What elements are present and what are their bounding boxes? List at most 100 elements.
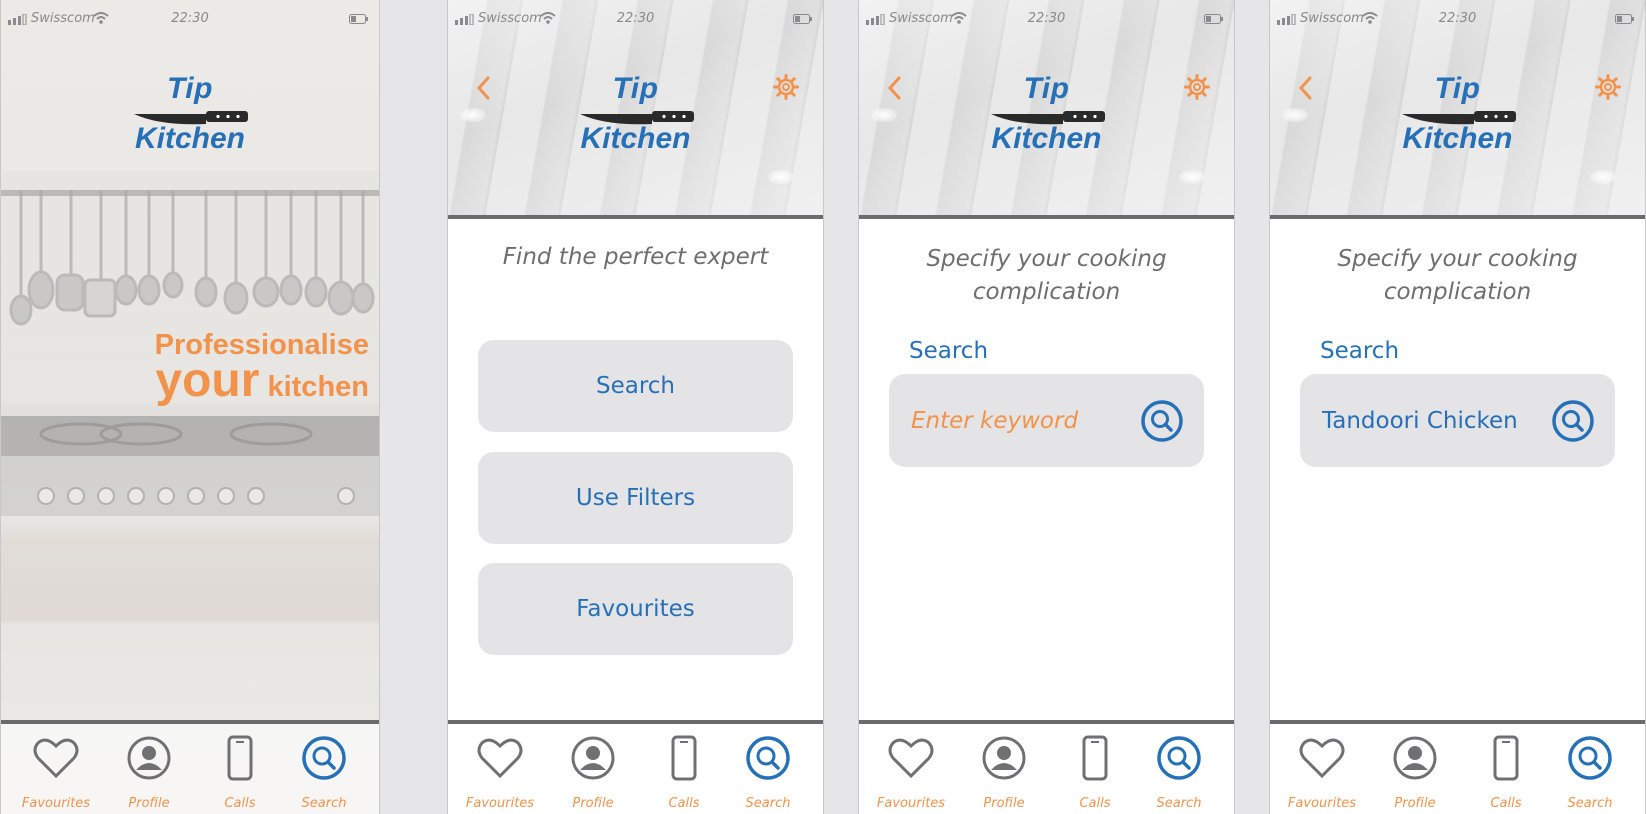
tab-favourites[interactable]: Favourites: [871, 734, 951, 814]
tab-label: Favourites: [21, 796, 91, 811]
search-input[interactable]: [1320, 400, 1549, 442]
tab-label: Favourites: [465, 796, 535, 811]
page-prompt: Specify your cooking complication: [1337, 246, 1578, 305]
tab-profile[interactable]: Profile: [964, 734, 1044, 814]
signal-icon: [455, 14, 474, 25]
search-label: Search: [909, 338, 989, 364]
status-time: 22:30: [616, 11, 655, 26]
gear-icon[interactable]: [1595, 74, 1621, 100]
back-icon[interactable]: [1296, 74, 1316, 102]
tab-calls[interactable]: Calls: [1466, 734, 1546, 814]
tab-label: Search: [745, 796, 791, 811]
status-bar: Swisscom 22:30: [859, 8, 1234, 32]
slogan-kitchen: kitchen: [267, 371, 369, 403]
search-input[interactable]: [909, 400, 1138, 442]
logo-tip-text: Tip: [1434, 72, 1481, 105]
profile-icon: [571, 736, 615, 780]
battery-icon: [1615, 14, 1634, 24]
tab-calls[interactable]: Calls: [644, 734, 724, 814]
status-bar: Swisscom 22:30: [448, 8, 823, 32]
status-time: 22:30: [1027, 11, 1066, 26]
home-screen: Swisscom 22:30 Tip Kitchen Find the perf…: [447, 0, 824, 814]
phone-icon: [671, 735, 697, 781]
phone-icon: [227, 735, 253, 781]
tab-bar: Favourites Profile Calls Search: [1, 720, 379, 814]
search-button[interactable]: Search: [478, 340, 793, 432]
heart-icon: [1299, 738, 1345, 779]
back-icon[interactable]: [885, 74, 905, 102]
search-box: [889, 374, 1204, 467]
splash-screen: Swisscom 22:30 Tip Kitchen Professionali…: [0, 0, 380, 814]
tab-favourites[interactable]: Favourites: [1282, 734, 1362, 814]
battery-icon: [349, 14, 368, 24]
slogan-line2: your kitchen: [155, 357, 369, 407]
tab-bar: Favourites Profile Calls Search: [859, 720, 1234, 814]
tab-search[interactable]: Search: [284, 734, 364, 814]
tab-label: Profile: [1394, 796, 1436, 811]
tab-calls[interactable]: Calls: [200, 734, 280, 814]
hanging-utensils-image: [9, 190, 375, 326]
tab-favourites[interactable]: Favourites: [460, 734, 540, 814]
page-prompt: Specify your cooking complication: [926, 246, 1167, 305]
profile-icon: [982, 736, 1026, 780]
tab-label: Profile: [128, 796, 170, 811]
tab-label: Profile: [983, 796, 1025, 811]
wifi-icon: [951, 12, 967, 24]
search-filled-screen: Swisscom 22:30 Tip Kitchen Specify your …: [1269, 0, 1646, 814]
tab-favourites[interactable]: Favourites: [16, 734, 96, 814]
tab-label: Profile: [572, 796, 614, 811]
slogan-your: your: [155, 354, 260, 407]
search-box: [1300, 374, 1615, 467]
search-screen: Swisscom 22:30 Tip Kitchen Specify your …: [858, 0, 1235, 814]
page-prompt: Find the perfect expert: [502, 244, 769, 270]
tab-label: Search: [1567, 796, 1613, 811]
tip-kitchen-logo: Tip Kitchen: [130, 72, 250, 162]
wifi-icon: [93, 12, 109, 24]
signal-icon: [866, 14, 885, 25]
tab-label: Favourites: [876, 796, 946, 811]
carrier-name: Swisscom: [31, 11, 95, 26]
tip-kitchen-logo: Tip Kitchen: [576, 72, 696, 162]
tip-kitchen-logo: Tip Kitchen: [987, 72, 1107, 162]
profile-icon: [127, 736, 171, 780]
search-submit-icon[interactable]: [1140, 399, 1184, 443]
status-bar: Swisscom 22:30: [1270, 8, 1645, 32]
tab-bar: Favourites Profile Calls Search: [1270, 720, 1645, 814]
tab-calls[interactable]: Calls: [1055, 734, 1135, 814]
wifi-icon: [540, 12, 556, 24]
logo-kitchen-text: Kitchen: [580, 122, 691, 155]
gear-icon[interactable]: [773, 74, 799, 100]
logo-kitchen-text: Kitchen: [1402, 122, 1513, 155]
search-submit-icon[interactable]: [1551, 399, 1595, 443]
gear-icon[interactable]: [1184, 74, 1210, 100]
battery-icon: [1204, 14, 1223, 24]
tab-search[interactable]: Search: [1550, 734, 1630, 814]
use-filters-button[interactable]: Use Filters: [478, 452, 793, 544]
logo-kitchen-text: Kitchen: [134, 122, 245, 155]
heart-icon: [477, 738, 523, 779]
favourites-button[interactable]: Favourites: [478, 563, 793, 655]
tab-label: Search: [301, 796, 347, 811]
tab-search[interactable]: Search: [728, 734, 808, 814]
tab-profile[interactable]: Profile: [553, 734, 633, 814]
profile-icon: [1393, 736, 1437, 780]
tip-kitchen-logo: Tip Kitchen: [1398, 72, 1518, 162]
status-bar: Swisscom 22:30: [1, 8, 379, 32]
signal-icon: [1277, 14, 1296, 25]
battery-icon: [793, 14, 812, 24]
tab-label: Favourites: [1287, 796, 1357, 811]
stove-image: [1, 416, 379, 516]
tab-search[interactable]: Search: [1139, 734, 1219, 814]
search-icon: [1157, 736, 1201, 780]
tab-profile[interactable]: Profile: [1375, 734, 1455, 814]
carrier-name: Swisscom: [1300, 11, 1364, 26]
signal-icon: [8, 14, 27, 25]
search-icon: [746, 736, 790, 780]
status-time: 22:30: [171, 11, 209, 26]
back-icon[interactable]: [474, 74, 494, 102]
status-time: 22:30: [1438, 11, 1477, 26]
phone-icon: [1082, 735, 1108, 781]
tab-label: Search: [1156, 796, 1202, 811]
tab-profile[interactable]: Profile: [109, 734, 189, 814]
splash-slogan: Professionalise your kitchen: [155, 329, 369, 407]
